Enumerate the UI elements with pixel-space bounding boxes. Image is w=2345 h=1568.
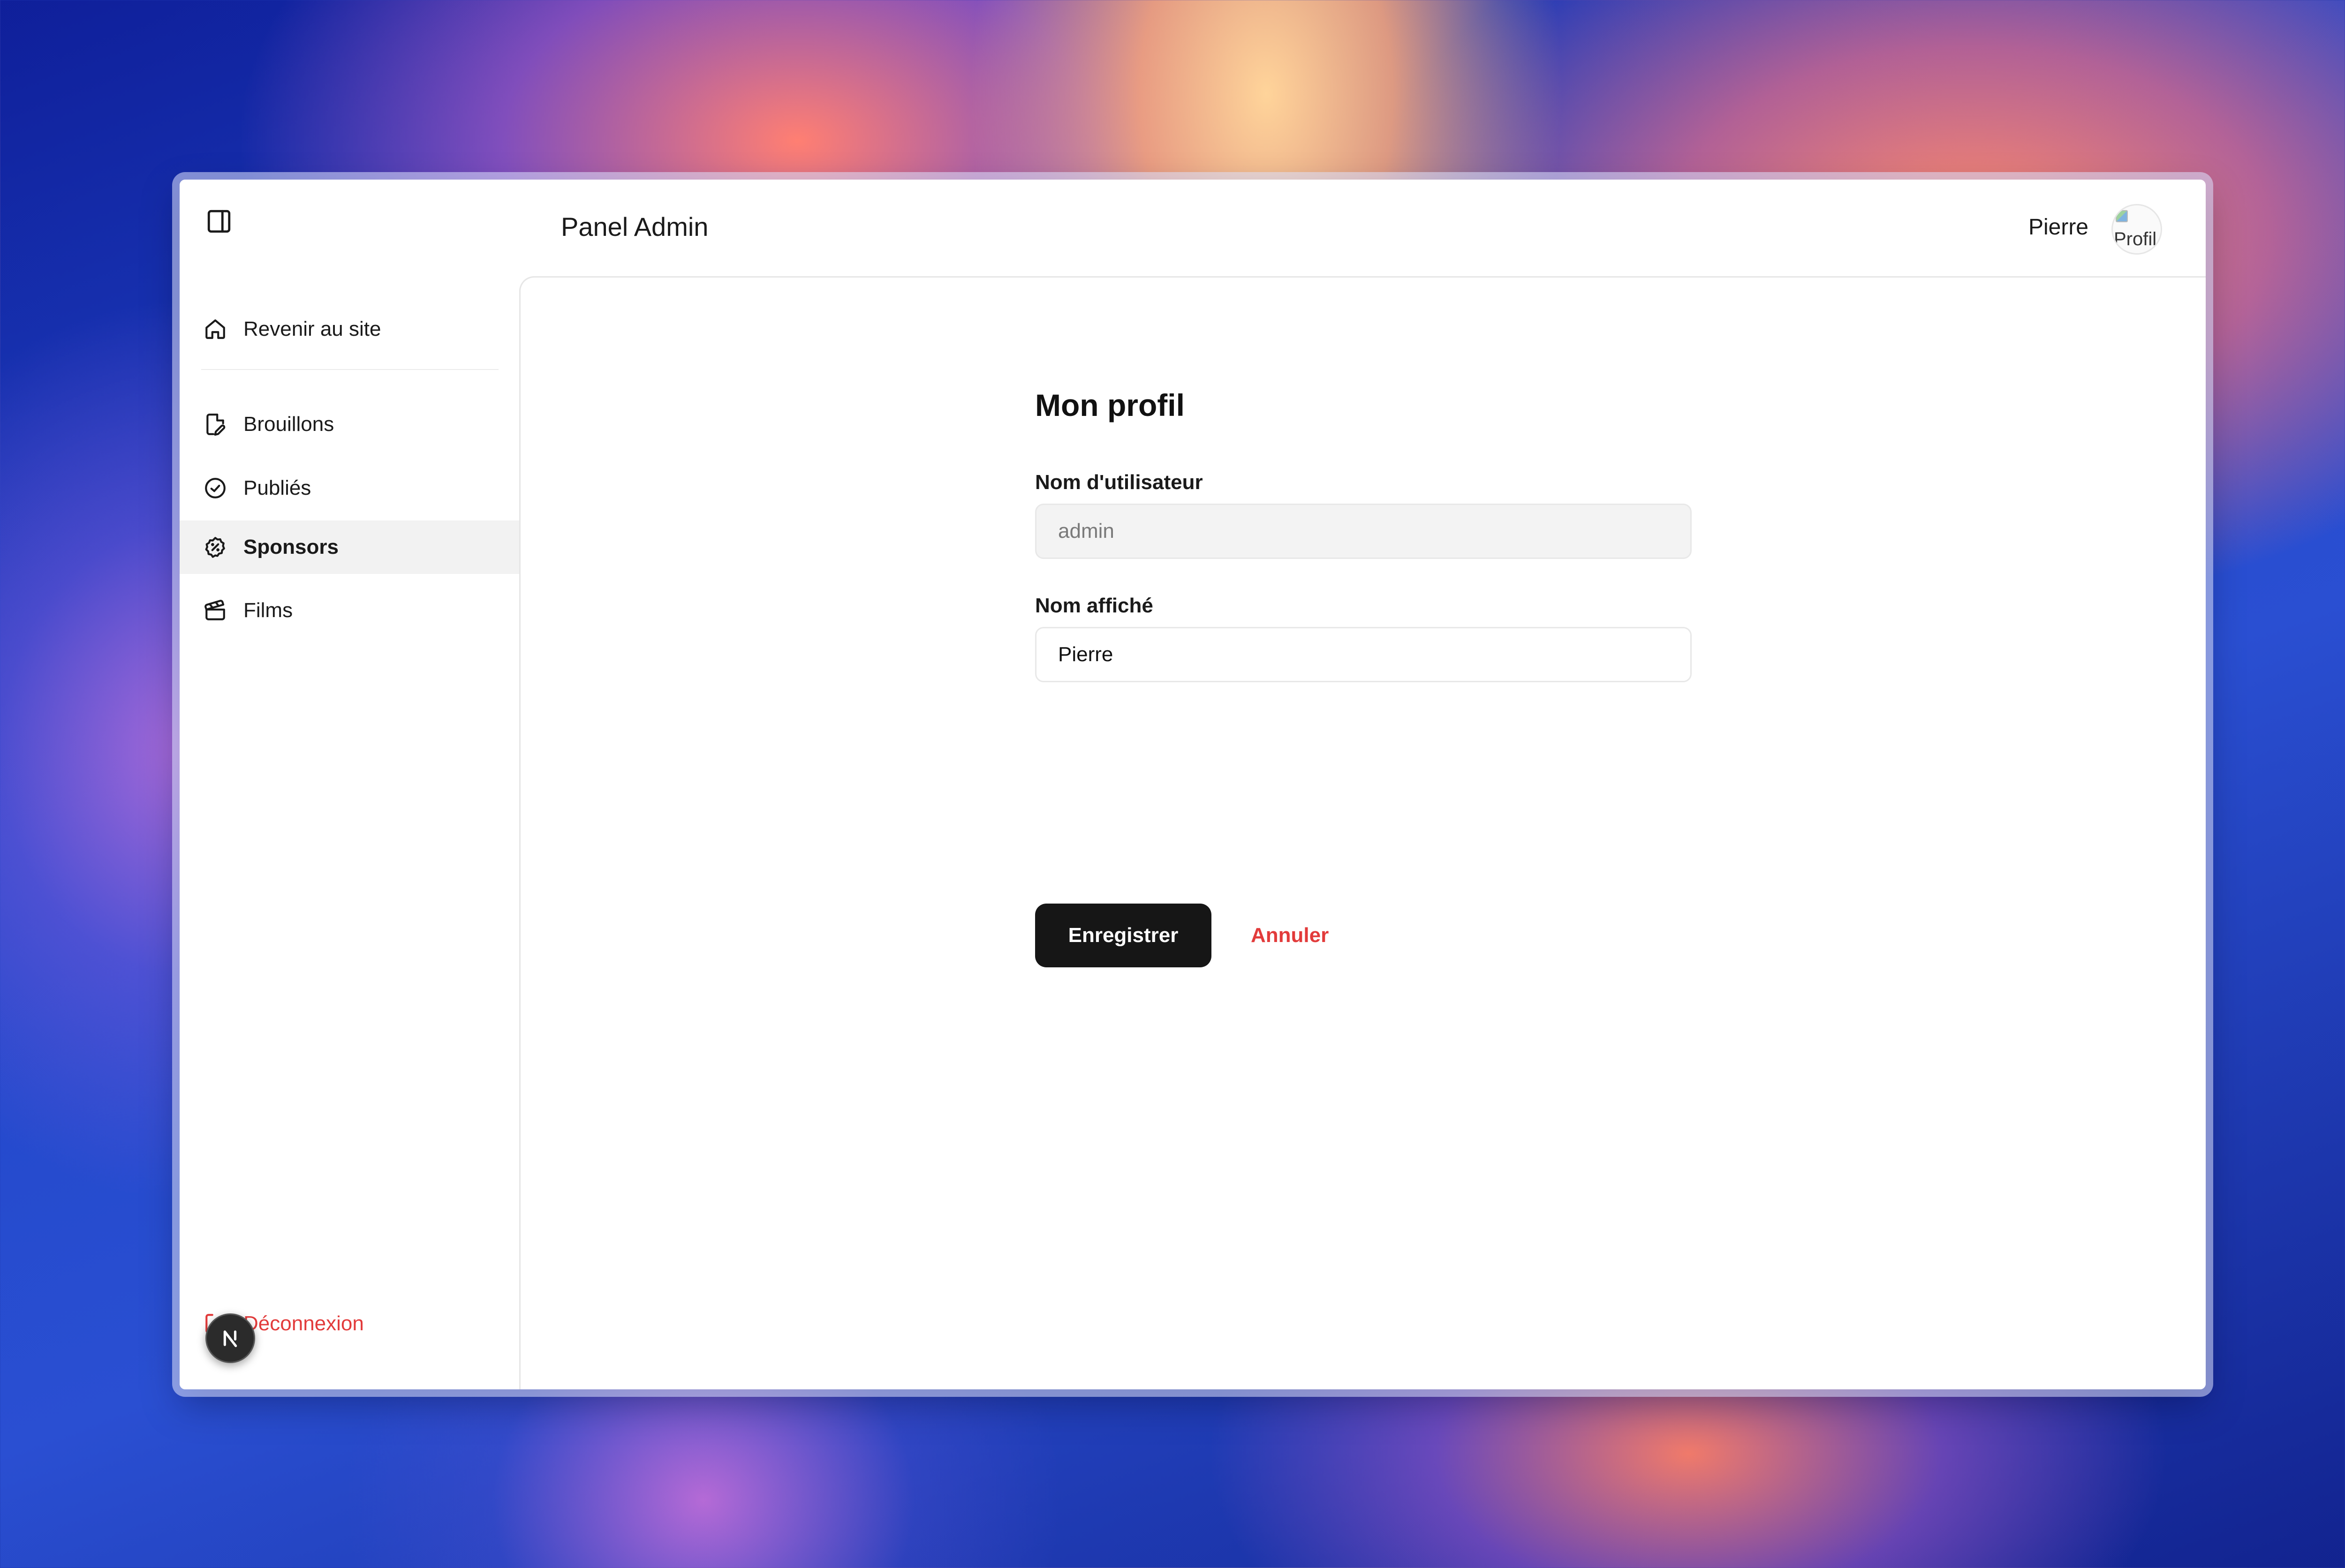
display-name-value: Pierre [1058,643,1113,666]
file-edit-icon [202,411,228,437]
user-name: Pierre [2028,215,2088,240]
clapperboard-icon [202,597,228,624]
username-label: Nom d'utilisateur [1035,471,1203,494]
sidebar-item-label: Sponsors [243,535,339,558]
sidebar-toggle-button[interactable] [205,208,233,235]
main-content: Mon profil Nom d'utilisateur admin Nom a… [519,276,2206,1389]
sidebar-item-publies[interactable]: Publiés [180,461,519,515]
save-button[interactable]: Enregistrer [1035,904,1211,967]
username-value: admin [1058,520,1114,543]
sidebar-item-films[interactable]: Films [180,584,519,637]
sidebar-divider [201,369,499,370]
sidebar-item-label: Films [243,599,293,622]
app-window: Revenir au site Brouillons Publiés Spons… [180,180,2206,1389]
nextjs-logo-icon [223,1330,237,1347]
avatar-alt-text: Profil [2114,229,2157,249]
profile-form: Mon profil Nom d'utilisateur admin Nom a… [1035,387,1692,967]
home-icon [202,316,228,342]
page-title: Panel Admin [561,212,709,241]
display-name-label: Nom affiché [1035,594,1153,617]
badge-percent-icon [202,534,228,560]
nextjs-dev-indicator-button[interactable] [205,1313,255,1363]
display-name-field[interactable]: Pierre [1035,627,1692,682]
sidebar-item-brouillons[interactable]: Brouillons [180,398,519,451]
sidebar-item-sponsors[interactable]: Sponsors [180,520,519,574]
username-field: admin [1035,504,1692,559]
sidebar-item-label: Brouillons [243,413,334,436]
panel-right-icon [207,210,231,233]
sidebar-item-label: Publiés [243,476,311,499]
logout-label: Déconnexion [243,1312,364,1335]
check-circle-icon [202,475,228,501]
form-title: Mon profil [1035,388,1185,422]
broken-image-icon [2116,210,2128,222]
sidebar-item-label: Revenir au site [243,317,381,340]
sidebar: Revenir au site Brouillons Publiés Spons… [180,180,519,1389]
sidebar-item-home[interactable]: Revenir au site [180,302,519,356]
avatar[interactable]: Profil [2111,204,2162,255]
cancel-button[interactable]: Annuler [1241,904,1338,967]
